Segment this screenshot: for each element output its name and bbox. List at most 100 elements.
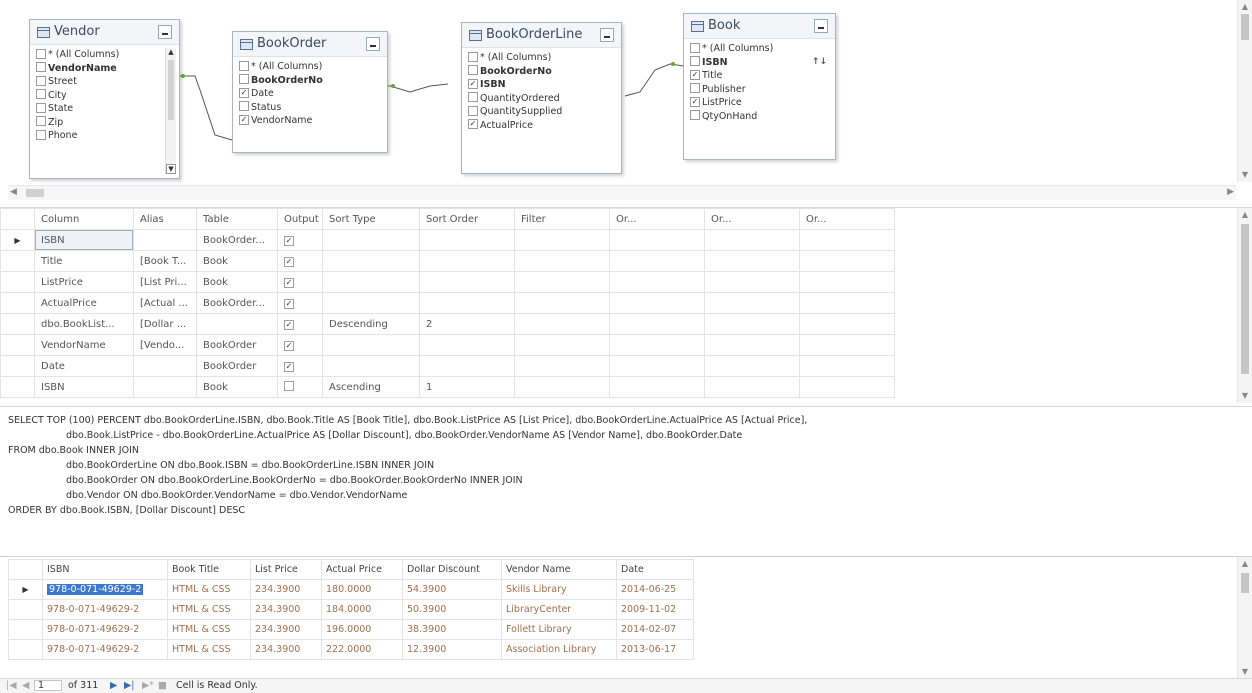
result-cell[interactable]: HTML & CSS [167,619,251,640]
checkbox[interactable] [36,89,46,99]
column-row[interactable]: ✓ ISBN [468,78,621,92]
table-book-header[interactable]: Book [684,14,835,39]
minimize-button[interactable] [158,25,172,39]
alias-cell[interactable] [133,376,197,398]
checkbox[interactable] [36,48,46,59]
scroll-up-icon[interactable]: ▲ [1240,2,1250,12]
table-cell[interactable]: BookOrder [196,334,278,356]
column-row[interactable]: QuantityOrdered [468,92,621,106]
scroll-thumb[interactable] [1241,14,1249,40]
column-header[interactable]: Or... [704,208,800,230]
sort-type-cell[interactable]: Descending [322,313,420,335]
column-row[interactable]: ✓ Title [690,69,835,83]
result-cell[interactable]: 50.3900 [402,599,502,620]
result-cell[interactable]: 196.0000 [321,619,403,640]
output-cell[interactable]: ✓ [277,292,323,314]
result-cell[interactable]: 2014-06-25 [616,579,694,600]
output-cell[interactable]: ✓ [277,250,323,272]
criteria-row[interactable]: VendorName [Vendo... BookOrder ✓ [0,334,895,356]
minimize-button[interactable] [814,19,828,33]
result-cell[interactable]: LibraryCenter [501,599,617,620]
column-row[interactable]: * (All Columns) [36,48,179,62]
checkbox[interactable] [468,92,478,102]
checkbox[interactable] [36,75,46,86]
checked-checkbox[interactable]: ✓ [284,361,294,372]
checked-checkbox[interactable]: ✓ [468,119,478,129]
checkbox[interactable] [690,42,700,53]
sort-type-cell[interactable] [322,250,420,272]
checked-checkbox[interactable]: ✓ [468,78,478,89]
or-cell[interactable] [799,376,895,398]
row-selector[interactable] [0,313,35,335]
first-record-icon[interactable]: |◀ [6,680,17,691]
result-cell[interactable]: 184.0000 [321,599,403,620]
column-header[interactable]: Dollar Discount [402,559,502,580]
column-row[interactable]: ✓ ListPrice [690,96,835,110]
sort-type-cell[interactable] [322,355,420,377]
or-cell[interactable] [609,229,705,251]
column-row[interactable]: State [36,102,179,116]
criteria-row[interactable]: ListPrice [List Pri... Book ✓ [0,271,895,293]
checked-checkbox[interactable]: ✓ [690,69,700,80]
column-cell[interactable]: ListPrice [34,271,134,293]
or-cell[interactable] [704,229,800,251]
result-cell[interactable]: 234.3900 [250,639,322,660]
sort-order-cell[interactable] [419,229,515,251]
table-book[interactable]: Book * (All Columns) ISBN ↑↓ ✓ Title Publishe… [683,13,836,160]
criteria-row[interactable]: Title [Book T... Book ✓ [0,250,895,272]
next-record-icon[interactable]: ▶ [110,680,117,691]
column-header[interactable]: ISBN [42,559,168,580]
scroll-right-icon[interactable]: ▶ [1227,187,1234,197]
output-cell[interactable]: ✓ [277,355,323,377]
criteria-row[interactable]: ActualPrice [Actual ... BookOrder... ✓ [0,292,895,314]
result-cell[interactable]: HTML & CSS [167,599,251,620]
row-selector[interactable] [0,334,35,356]
column-header[interactable]: List Price [250,559,322,580]
column-row[interactable]: ✓ VendorName [239,114,387,128]
or-cell[interactable] [799,292,895,314]
column-header[interactable]: Table [196,208,278,230]
column-row[interactable]: Publisher [690,83,835,97]
results-grid[interactable]: ISBN Book Title List Price Actual Price Doll… [8,559,694,660]
checkbox[interactable] [468,51,478,62]
or-cell[interactable] [799,313,895,335]
column-row[interactable]: QtyOnHand [690,110,835,124]
column-header[interactable]: Date [616,559,694,580]
alias-cell[interactable] [133,229,197,251]
alias-cell[interactable]: [Book T... [133,250,197,272]
or-cell[interactable] [704,376,800,398]
column-cell[interactable]: ISBN [34,376,134,398]
or-cell[interactable] [609,250,705,272]
filter-cell[interactable] [514,229,610,251]
table-cell[interactable]: Book [196,376,278,398]
filter-cell[interactable] [514,250,610,272]
checkbox[interactable] [239,101,249,111]
result-cell[interactable]: 234.3900 [250,579,322,600]
sort-type-cell[interactable] [322,292,420,314]
checked-checkbox[interactable]: ✓ [284,319,294,330]
alias-cell[interactable]: [Actual ... [133,292,197,314]
column-header[interactable]: Sort Order [419,208,515,230]
column-header[interactable]: Output [277,208,323,230]
sort-type-cell[interactable] [322,229,420,251]
sort-type-cell[interactable] [322,334,420,356]
filter-cell[interactable] [514,376,610,398]
diagram-pane[interactable]: Vendor * (All Columns) VendorName Street Ci… [0,0,1252,200]
column-row[interactable]: ✓ Date [239,87,387,101]
checkbox[interactable] [690,56,700,66]
result-cell[interactable]: 2014-02-07 [616,619,694,640]
criteria-row[interactable]: dbo.BookList... [Dollar ... ✓ Descending 2 [0,313,895,335]
sort-order-cell[interactable] [419,271,515,293]
result-cell[interactable]: 978-0-071-49629-2 [42,579,168,600]
column-row[interactable]: BookOrderNo [239,74,387,88]
column-header[interactable]: Sort Type [322,208,420,230]
alias-cell[interactable]: [Dollar ... [133,313,197,335]
column-row[interactable]: VendorName [36,62,179,76]
record-position-input[interactable]: 1 [34,680,62,691]
criteria-vertical-scrollbar[interactable]: ▲ ▼ [1237,208,1252,403]
or-cell[interactable] [799,271,895,293]
row-selector[interactable] [0,271,35,293]
checked-checkbox[interactable]: ✓ [284,340,294,351]
column-row[interactable]: ISBN ↑↓ [690,56,835,70]
or-cell[interactable] [704,250,800,272]
